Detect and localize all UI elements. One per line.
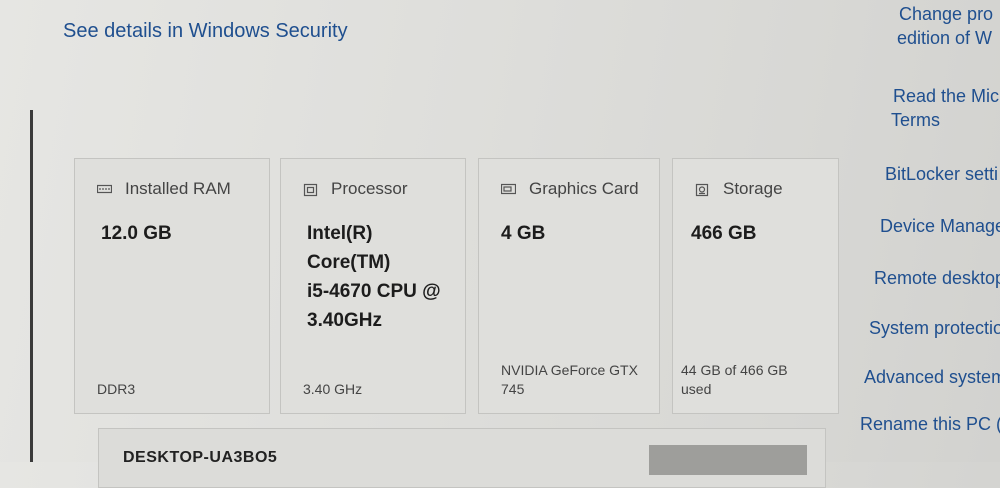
card-installed-ram: Installed RAM 12.0 GB DDR3	[74, 158, 270, 414]
bitlocker-settings-link[interactable]: BitLocker setti	[885, 162, 998, 186]
services-agreement-link[interactable]: Read the Mic	[893, 84, 999, 108]
card-storage: Storage 466 GB 44 GB of 466 GB used	[672, 158, 839, 414]
card-subtext: 3.40 GHz	[303, 381, 363, 397]
system-protection-link[interactable]: System protectio	[869, 316, 1000, 340]
change-product-key-link[interactable]: Change pro	[899, 2, 993, 26]
change-product-key-link-line2[interactable]: edition of W	[897, 26, 992, 50]
specs-cards: Installed RAM 12.0 GB DDR3 Processor Int…	[74, 158, 839, 418]
device-manager-link[interactable]: Device Manage	[880, 214, 1000, 238]
device-name: DESKTOP-UA3BO5	[123, 449, 278, 466]
card-value: 12.0 GB	[101, 223, 172, 244]
remote-desktop-link[interactable]: Remote desktop	[874, 266, 1000, 290]
card-header: Processor	[303, 179, 408, 199]
storage-icon	[695, 183, 710, 197]
card-value: Intel(R) Core(TM) i5-4670 CPU @ 3.40GHz	[307, 223, 441, 331]
ram-icon	[97, 183, 112, 195]
graphics-card-icon	[501, 183, 516, 195]
advanced-system-settings-link[interactable]: Advanced system	[864, 365, 1000, 389]
card-value: 4 GB	[501, 223, 546, 244]
card-title: Processor	[331, 179, 408, 198]
card-subtext: NVIDIA GeForce GTX 745	[501, 362, 638, 397]
card-title: Graphics Card	[529, 179, 639, 198]
card-header: Storage	[695, 179, 783, 199]
processor-icon	[303, 183, 318, 197]
rename-pc-button[interactable]	[649, 445, 807, 475]
card-graphics: Graphics Card 4 GB NVIDIA GeForce GTX 74…	[478, 158, 660, 414]
card-title: Storage	[723, 179, 783, 198]
card-value: 466 GB	[691, 223, 757, 244]
window-edge	[30, 110, 33, 462]
windows-security-link[interactable]: See details in Windows Security	[63, 20, 348, 43]
card-processor: Processor Intel(R) Core(TM) i5-4670 CPU …	[280, 158, 466, 414]
card-header: Installed RAM	[97, 179, 231, 199]
card-title: Installed RAM	[125, 179, 231, 198]
rename-this-pc-link[interactable]: Rename this PC (a	[860, 412, 1000, 436]
card-header: Graphics Card	[501, 179, 639, 199]
terms-link[interactable]: Terms	[891, 108, 940, 132]
card-subtext: DDR3	[97, 381, 136, 397]
card-subtext: 44 GB of 466 GB used	[681, 362, 788, 397]
device-name-panel: DESKTOP-UA3BO5	[98, 428, 826, 488]
